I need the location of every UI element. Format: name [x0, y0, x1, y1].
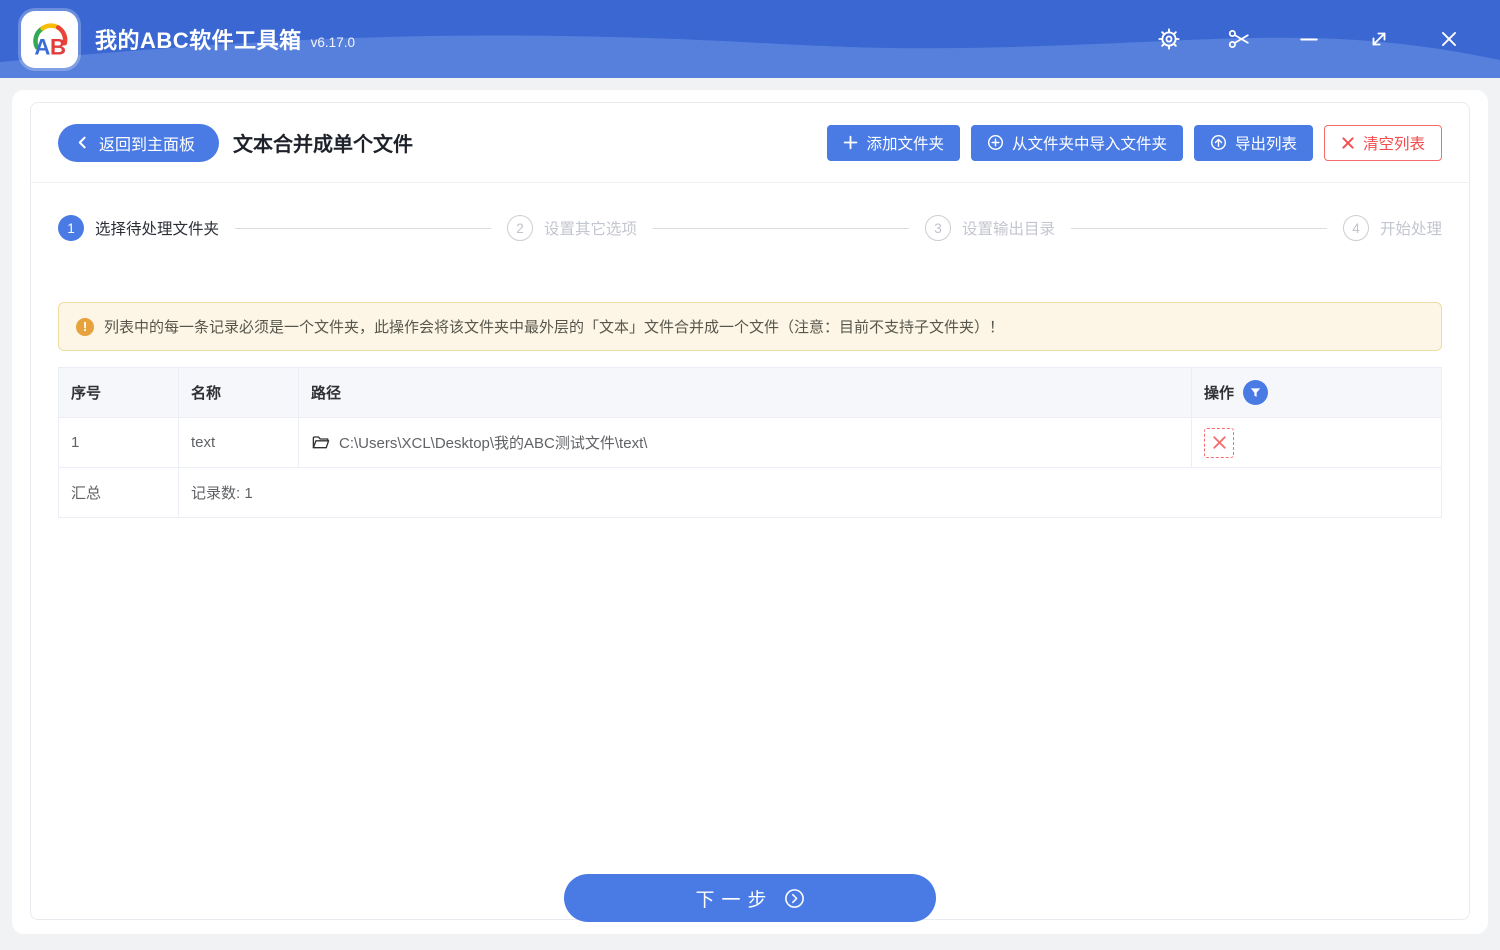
notice-text: 列表中的每一条记录必须是一个文件夹，此操作会将该文件夹中最外层的「文本」文件合并… [104, 319, 1005, 336]
step-3-circle: 3 [925, 215, 951, 241]
next-step-label: 下一步 [695, 889, 774, 911]
step-connector [653, 227, 909, 229]
row-path-text: C:\Users\XCL\Desktop\我的ABC测试文件\text\ [339, 435, 648, 452]
app-title: 我的ABC软件工具箱 [95, 28, 302, 53]
col-header-actions-label: 操作 [1204, 385, 1235, 402]
clear-list-button[interactable]: 清空列表 [1323, 124, 1442, 161]
page-title: 文本合并成单个文件 [233, 134, 414, 156]
step-2-circle: 2 [507, 215, 533, 241]
funnel-icon [1250, 388, 1261, 397]
step-4-label: 开始处理 [1380, 221, 1443, 238]
export-list-label: 导出列表 [1234, 135, 1297, 153]
warning-icon: ! [76, 317, 94, 336]
col-header-index: 序号 [58, 367, 179, 418]
filter-button[interactable] [1243, 380, 1269, 405]
settings-icon[interactable] [1146, 16, 1192, 62]
minimize-icon[interactable] [1286, 16, 1332, 62]
chevron-left-icon [78, 136, 86, 149]
svg-text:B: B [50, 35, 66, 60]
maximize-icon[interactable] [1356, 16, 1402, 62]
step-connector [1071, 227, 1327, 229]
scissors-icon[interactable] [1216, 16, 1262, 62]
step-1-circle: 1 [58, 215, 84, 241]
col-header-name: 名称 [178, 367, 299, 418]
delete-x-icon [1212, 436, 1226, 449]
summary-row: 汇总 记录数: 1 [58, 467, 1442, 518]
step-2: 2 设置其它选项 [507, 215, 637, 241]
col-header-actions: 操作 [1191, 367, 1442, 418]
step-indicator: 1 选择待处理文件夹 2 设置其它选项 3 设置输出目录 4 开始处理 [58, 215, 1442, 241]
add-folder-button[interactable]: 添加文件夹 [827, 124, 960, 161]
content-card: 返回到主面板 文本合并成单个文件 添加文件夹 从文件夹中导入文件夹 导出列表 清… [30, 102, 1470, 922]
card-header: 返回到主面板 文本合并成单个文件 添加文件夹 从文件夹中导入文件夹 导出列表 清… [31, 103, 1469, 183]
app-version: v6.17.0 [310, 35, 355, 50]
circle-arrow-right-icon [784, 888, 804, 908]
summary-label: 汇总 [58, 467, 179, 518]
close-icon[interactable] [1426, 16, 1472, 62]
row-index: 1 [58, 417, 179, 468]
step-3: 3 设置输出目录 [925, 215, 1055, 241]
row-path: C:\Users\XCL\Desktop\我的ABC测试文件\text\ [298, 417, 1192, 468]
plus-icon [844, 135, 858, 150]
import-from-folder-label: 从文件夹中导入文件夹 [1011, 135, 1167, 153]
summary-value: 记录数: 1 [178, 467, 1442, 518]
back-button[interactable]: 返回到主面板 [58, 123, 220, 162]
step-3-label: 设置输出目录 [962, 221, 1056, 238]
add-folder-label: 添加文件夹 [866, 135, 944, 153]
clear-list-label: 清空列表 [1362, 135, 1425, 153]
folder-icon [312, 436, 330, 449]
step-1: 1 选择待处理文件夹 [58, 215, 219, 241]
table-header-row: 序号 名称 路径 操作 [58, 367, 1442, 418]
titlebar: A B 我的ABC软件工具箱 v6.17.0 [0, 0, 1500, 78]
back-button-label: 返回到主面板 [99, 136, 196, 154]
step-1-label: 选择待处理文件夹 [95, 221, 220, 238]
table-row: 1 text C:\Users\XCL\Desktop\我的ABC测试文件\te… [58, 417, 1442, 468]
svg-text:A: A [34, 35, 50, 60]
circle-plus-icon [987, 134, 1003, 151]
notice-banner: ! 列表中的每一条记录必须是一个文件夹，此操作会将该文件夹中最外层的「文本」文件… [58, 302, 1442, 351]
step-4-circle: 4 [1343, 215, 1369, 241]
export-icon [1210, 134, 1226, 151]
export-list-button[interactable]: 导出列表 [1193, 124, 1313, 161]
app-logo: A B [21, 10, 78, 68]
import-from-folder-button[interactable]: 从文件夹中导入文件夹 [970, 124, 1183, 161]
next-step-button[interactable]: 下一步 [564, 874, 936, 922]
col-header-path: 路径 [298, 367, 1192, 418]
step-4: 4 开始处理 [1343, 215, 1442, 241]
step-2-label: 设置其它选项 [544, 221, 638, 238]
clear-x-icon [1342, 136, 1354, 149]
row-name: text [178, 417, 299, 468]
folder-table: 序号 名称 路径 操作 1 text C:\Users\XCL\Desktop\… [58, 367, 1442, 518]
step-connector [235, 227, 491, 229]
delete-row-button[interactable] [1204, 427, 1234, 458]
main-panel: 返回到主面板 文本合并成单个文件 添加文件夹 从文件夹中导入文件夹 导出列表 清… [12, 90, 1488, 934]
row-actions [1191, 417, 1442, 468]
